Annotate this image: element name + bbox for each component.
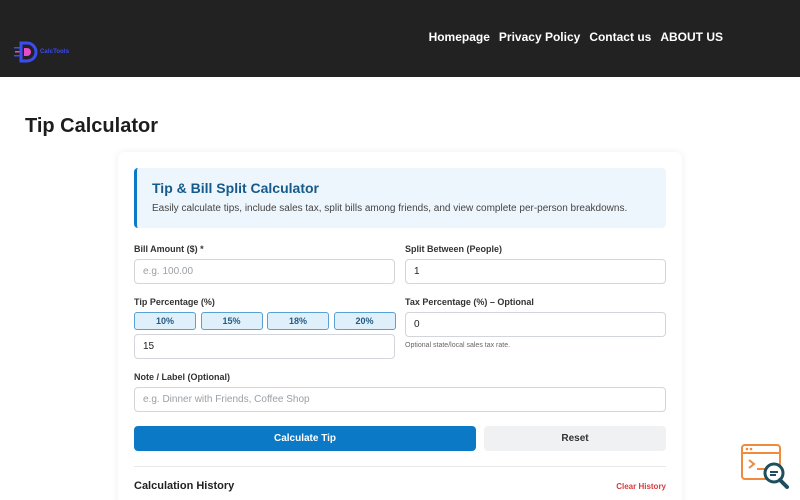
- calculate-tip-button[interactable]: Calculate Tip: [134, 426, 476, 451]
- tax-percentage-label: Tax Percentage (%) – Optional: [405, 297, 534, 307]
- nav-homepage[interactable]: Homepage: [429, 30, 490, 44]
- nav-contact-us[interactable]: Contact us: [589, 30, 651, 44]
- clear-history-button[interactable]: Clear History: [616, 482, 666, 491]
- logo-icon: [14, 41, 38, 63]
- site-logo[interactable]: CalcTools: [14, 40, 69, 64]
- tip-percentage-input[interactable]: [134, 334, 395, 359]
- tip-preset-10[interactable]: 10%: [134, 312, 196, 330]
- intro-title: Tip & Bill Split Calculator: [152, 180, 319, 196]
- bill-amount-label: Bill Amount ($) *: [134, 244, 204, 254]
- logo-text: CalcTools: [40, 49, 70, 55]
- reset-button[interactable]: Reset: [484, 426, 666, 451]
- history-title: Calculation History: [134, 480, 235, 492]
- page-title: Tip Calculator: [25, 115, 158, 137]
- tax-percentage-input[interactable]: [405, 312, 666, 337]
- tax-hint: Optional state/local sales tax rate.: [405, 342, 511, 349]
- note-input[interactable]: [134, 387, 666, 412]
- split-between-input[interactable]: [405, 259, 666, 284]
- tip-preset-18[interactable]: 18%: [267, 312, 329, 330]
- intro-panel: Tip & Bill Split Calculator Easily calcu…: [134, 168, 666, 228]
- tip-percentage-label: Tip Percentage (%): [134, 297, 215, 307]
- code-search-icon[interactable]: [740, 443, 792, 491]
- section-divider: [134, 466, 666, 467]
- intro-description: Easily calculate tips, include sales tax…: [152, 203, 628, 214]
- note-label: Note / Label (Optional): [134, 372, 230, 382]
- bill-amount-input[interactable]: [134, 259, 395, 284]
- main-nav: Homepage Privacy Policy Contact us ABOUT…: [429, 30, 723, 44]
- nav-privacy-policy[interactable]: Privacy Policy: [499, 30, 580, 44]
- tip-preset-20[interactable]: 20%: [333, 312, 396, 330]
- site-header: CalcTools Homepage Privacy Policy Contac…: [0, 0, 800, 77]
- nav-about-us[interactable]: ABOUT US: [660, 30, 723, 44]
- split-between-label: Split Between (People): [405, 244, 503, 254]
- tip-preset-15[interactable]: 15%: [200, 312, 263, 330]
